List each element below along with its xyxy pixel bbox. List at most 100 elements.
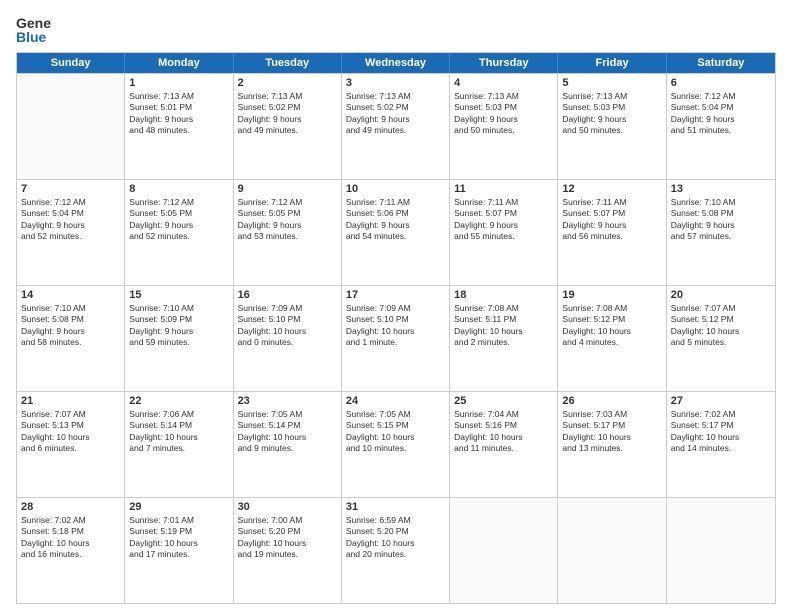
- cell-line: Daylight: 10 hours: [129, 538, 228, 549]
- cell-line: Daylight: 9 hours: [562, 114, 661, 125]
- cell-line: Daylight: 9 hours: [454, 220, 553, 231]
- cell-line: Sunset: 5:16 PM: [454, 420, 553, 431]
- calendar-cell: 6Sunrise: 7:12 AMSunset: 5:04 PMDaylight…: [667, 74, 775, 179]
- calendar-row: 7Sunrise: 7:12 AMSunset: 5:04 PMDaylight…: [17, 179, 775, 285]
- cell-line: Sunrise: 7:11 AM: [346, 197, 445, 208]
- cell-line: and 54 minutes.: [346, 231, 445, 242]
- cell-line: Sunrise: 7:05 AM: [238, 409, 337, 420]
- cell-line: Sunrise: 7:09 AM: [346, 303, 445, 314]
- cell-line: Sunrise: 7:08 AM: [562, 303, 661, 314]
- cell-line: Daylight: 9 hours: [238, 220, 337, 231]
- day-number: 27: [671, 395, 771, 407]
- weekday-header: Monday: [125, 53, 233, 73]
- cell-line: Sunset: 5:01 PM: [129, 102, 228, 113]
- weekday-header: Tuesday: [234, 53, 342, 73]
- calendar-cell: 30Sunrise: 7:00 AMSunset: 5:20 PMDayligh…: [234, 498, 342, 603]
- cell-line: Daylight: 10 hours: [346, 432, 445, 443]
- calendar-row: 14Sunrise: 7:10 AMSunset: 5:08 PMDayligh…: [17, 285, 775, 391]
- cell-line: Sunset: 5:05 PM: [238, 208, 337, 219]
- day-number: 13: [671, 183, 771, 195]
- cell-line: Sunset: 5:12 PM: [562, 314, 661, 325]
- calendar-cell: 7Sunrise: 7:12 AMSunset: 5:04 PMDaylight…: [17, 180, 125, 285]
- cell-line: and 11 minutes.: [454, 443, 553, 454]
- calendar-cell: 31Sunrise: 6:59 AMSunset: 5:20 PMDayligh…: [342, 498, 450, 603]
- cell-line: Sunset: 5:02 PM: [346, 102, 445, 113]
- cell-line: Sunset: 5:20 PM: [238, 526, 337, 537]
- day-number: 8: [129, 183, 228, 195]
- day-number: 25: [454, 395, 553, 407]
- cell-line: Sunset: 5:14 PM: [129, 420, 228, 431]
- day-number: 11: [454, 183, 553, 195]
- calendar-header: SundayMondayTuesdayWednesdayThursdayFrid…: [17, 53, 775, 73]
- cell-line: Sunset: 5:06 PM: [346, 208, 445, 219]
- cell-line: Sunset: 5:07 PM: [562, 208, 661, 219]
- calendar-cell: [450, 498, 558, 603]
- cell-line: Sunrise: 7:13 AM: [129, 91, 228, 102]
- day-number: 3: [346, 77, 445, 89]
- cell-line: and 0 minutes.: [238, 337, 337, 348]
- cell-line: and 49 minutes.: [346, 125, 445, 136]
- cell-line: Daylight: 10 hours: [454, 326, 553, 337]
- cell-line: and 52 minutes.: [21, 231, 120, 242]
- day-number: 2: [238, 77, 337, 89]
- weekday-header: Sunday: [17, 53, 125, 73]
- calendar-cell: 17Sunrise: 7:09 AMSunset: 5:10 PMDayligh…: [342, 286, 450, 391]
- calendar-cell: 22Sunrise: 7:06 AMSunset: 5:14 PMDayligh…: [125, 392, 233, 497]
- calendar-row: 21Sunrise: 7:07 AMSunset: 5:13 PMDayligh…: [17, 391, 775, 497]
- cell-line: Daylight: 10 hours: [21, 432, 120, 443]
- cell-line: Sunset: 5:05 PM: [129, 208, 228, 219]
- cell-line: Daylight: 9 hours: [238, 114, 337, 125]
- logo-svg: General Blue: [16, 12, 52, 48]
- day-number: 12: [562, 183, 661, 195]
- cell-line: and 9 minutes.: [238, 443, 337, 454]
- day-number: 17: [346, 289, 445, 301]
- cell-line: Daylight: 10 hours: [671, 326, 771, 337]
- cell-line: Daylight: 9 hours: [21, 326, 120, 337]
- day-number: 31: [346, 501, 445, 513]
- cell-line: and 52 minutes.: [129, 231, 228, 242]
- calendar-cell: 2Sunrise: 7:13 AMSunset: 5:02 PMDaylight…: [234, 74, 342, 179]
- cell-line: Sunrise: 7:12 AM: [129, 197, 228, 208]
- cell-line: and 55 minutes.: [454, 231, 553, 242]
- day-number: 7: [21, 183, 120, 195]
- cell-line: and 20 minutes.: [346, 549, 445, 560]
- calendar-cell: 21Sunrise: 7:07 AMSunset: 5:13 PMDayligh…: [17, 392, 125, 497]
- cell-line: Sunrise: 7:11 AM: [454, 197, 553, 208]
- day-number: 16: [238, 289, 337, 301]
- cell-line: Daylight: 10 hours: [671, 432, 771, 443]
- cell-line: Daylight: 9 hours: [21, 220, 120, 231]
- calendar-cell: 16Sunrise: 7:09 AMSunset: 5:10 PMDayligh…: [234, 286, 342, 391]
- cell-line: and 50 minutes.: [562, 125, 661, 136]
- calendar-cell: 23Sunrise: 7:05 AMSunset: 5:14 PMDayligh…: [234, 392, 342, 497]
- calendar-cell: 10Sunrise: 7:11 AMSunset: 5:06 PMDayligh…: [342, 180, 450, 285]
- calendar-cell: 28Sunrise: 7:02 AMSunset: 5:18 PMDayligh…: [17, 498, 125, 603]
- day-number: 21: [21, 395, 120, 407]
- cell-line: and 4 minutes.: [562, 337, 661, 348]
- calendar-cell: 1Sunrise: 7:13 AMSunset: 5:01 PMDaylight…: [125, 74, 233, 179]
- cell-line: and 19 minutes.: [238, 549, 337, 560]
- cell-line: Sunrise: 7:02 AM: [671, 409, 771, 420]
- cell-line: Daylight: 9 hours: [129, 326, 228, 337]
- calendar-cell: 3Sunrise: 7:13 AMSunset: 5:02 PMDaylight…: [342, 74, 450, 179]
- cell-line: Sunrise: 7:07 AM: [21, 409, 120, 420]
- cell-line: Sunrise: 6:59 AM: [346, 515, 445, 526]
- cell-line: Sunset: 5:14 PM: [238, 420, 337, 431]
- cell-line: Sunrise: 7:10 AM: [129, 303, 228, 314]
- cell-line: Sunset: 5:04 PM: [671, 102, 771, 113]
- day-number: 15: [129, 289, 228, 301]
- day-number: 22: [129, 395, 228, 407]
- cell-line: Sunset: 5:15 PM: [346, 420, 445, 431]
- cell-line: Daylight: 10 hours: [562, 326, 661, 337]
- day-number: 5: [562, 77, 661, 89]
- calendar-cell: 25Sunrise: 7:04 AMSunset: 5:16 PMDayligh…: [450, 392, 558, 497]
- day-number: 30: [238, 501, 337, 513]
- cell-line: and 5 minutes.: [671, 337, 771, 348]
- day-number: 28: [21, 501, 120, 513]
- cell-line: Daylight: 10 hours: [562, 432, 661, 443]
- cell-line: Sunset: 5:20 PM: [346, 526, 445, 537]
- cell-line: Daylight: 10 hours: [238, 326, 337, 337]
- day-number: 20: [671, 289, 771, 301]
- cell-line: and 59 minutes.: [129, 337, 228, 348]
- cell-line: Sunset: 5:04 PM: [21, 208, 120, 219]
- cell-line: Sunrise: 7:11 AM: [562, 197, 661, 208]
